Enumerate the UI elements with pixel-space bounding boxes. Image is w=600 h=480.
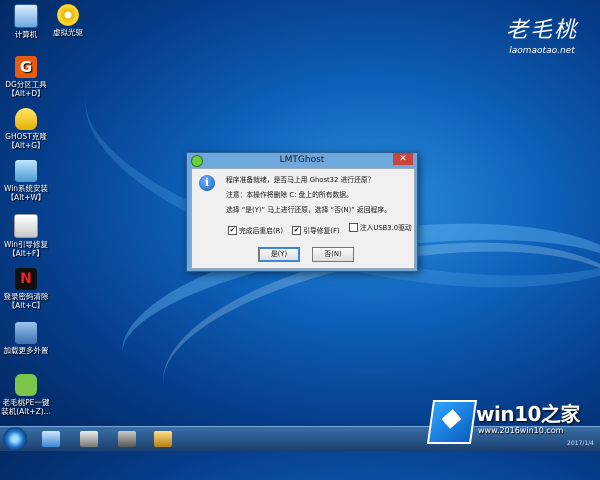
desktop-icon-pe-install[interactable]: 老毛桃PE一键 装机(Alt+Z)... — [0, 374, 54, 416]
desktop-icon-label: 加载更多外置 — [3, 346, 49, 355]
boot-repair-icon — [14, 214, 38, 238]
taskbar-app-settings-icon[interactable] — [154, 431, 172, 447]
load-more-icon — [15, 322, 37, 344]
desktop-icon-hotkey: 【Alt+C】 — [7, 301, 45, 310]
taskbar-app-drive-icon[interactable] — [118, 431, 136, 447]
desktop-icon-label: 登录密码清除 — [3, 292, 49, 301]
desktop-icon-boot-repair[interactable]: Win引导修复 【Alt+F】 — [0, 214, 54, 258]
close-button[interactable]: ✕ — [393, 153, 413, 165]
desktop-icon-dg-partition[interactable]: G DG分区工具 【Alt+D】 — [0, 56, 54, 98]
yes-button[interactable]: 是(Y) — [258, 247, 300, 262]
desktop-icon-hotkey: 【Alt+G】 — [7, 141, 45, 150]
desktop-icon-label: Win系统安装 — [3, 184, 49, 193]
pe-install-icon — [15, 374, 37, 396]
desktop-icon-hotkey: 【Alt+F】 — [8, 249, 44, 258]
desktop-icon-load-more[interactable]: 加载更多外置 — [0, 322, 54, 355]
desktop-icon-label: 老毛桃PE一键 — [2, 398, 50, 407]
brand-url: laomaotao.net — [509, 46, 575, 56]
message-line-2: 注意：本操作将删除 C: 盘上的所有数据。 — [226, 191, 353, 199]
options-row: ✔ 完成后重启(R) ✔ 引导修复(F) 注入USB3.0驱动 — [228, 222, 419, 235]
watermark: win10之家 www.2016win10.com — [426, 396, 596, 446]
desktop-icon-virtual-drive[interactable]: 虚拟光驱 — [40, 4, 96, 37]
win-setup-icon — [15, 160, 37, 182]
option-label: 引导修复(F) — [303, 227, 340, 235]
option-label: 完成后重启(R) — [239, 227, 284, 235]
dialog-titlebar[interactable]: LMTGhost ✕ — [187, 153, 417, 167]
dialog-title: LMTGhost — [279, 155, 325, 165]
desktop-icon-label: GHOST克隆 — [5, 132, 47, 141]
desktop-icon-label: Win引导修复 — [3, 240, 49, 249]
message-line-3: 选择 “是(Y)” 马上进行还原，选择 “否(N)” 返回程序。 — [226, 206, 391, 214]
checkbox-checked[interactable]: ✔ — [228, 225, 237, 235]
watermark-title: win10之家 — [476, 402, 580, 426]
disc-icon — [57, 4, 79, 26]
desktop-icon-hotkey: 【Alt+W】 — [6, 193, 46, 202]
no-button[interactable]: 否(N) — [312, 247, 354, 262]
taskbar-app-tools-icon[interactable] — [80, 431, 98, 447]
win10-logo-icon — [426, 400, 478, 444]
brand-logo: 老毛桃 laomaotao.net — [506, 12, 578, 56]
dialog-body: i 程序准备就绪，是否马上用 Ghost32 进行还原？ 注意：本操作将删除 C… — [191, 168, 415, 269]
desktop-icon-password-clear[interactable]: N 登录密码清除 【Alt+C】 — [0, 268, 54, 310]
checkbox-unchecked[interactable] — [348, 222, 358, 232]
password-clear-icon: N — [15, 268, 37, 290]
desktop-icon-ghost[interactable]: GHOST克隆 【Alt+G】 — [0, 108, 54, 150]
checkbox-checked[interactable]: ✔ — [292, 225, 302, 235]
computer-icon — [14, 4, 38, 28]
message-line-1: 程序准备就绪，是否马上用 Ghost32 进行还原？ — [226, 176, 375, 184]
desktop-icon-label: 虚拟光驱 — [53, 28, 83, 37]
desktop-icon-win-setup[interactable]: Win系统安装 【Alt+W】 — [0, 160, 54, 202]
boot-repair-checkbox[interactable]: ✔ 引导修复(F) — [292, 225, 340, 235]
brand-name: 老毛桃 — [505, 18, 578, 43]
dg-partition-icon: G — [15, 56, 37, 78]
desktop-icon-label: DG分区工具 — [5, 80, 47, 89]
watermark-url: www.2016win10.com — [478, 426, 564, 435]
app-icon — [191, 155, 203, 167]
info-icon: i — [199, 175, 215, 191]
start-button[interactable] — [3, 427, 27, 451]
lmtghost-dialog: LMTGhost ✕ i 程序准备就绪，是否马上用 Ghost32 进行还原？ … — [186, 152, 418, 272]
option-label: 注入USB3.0驱动 — [359, 224, 412, 232]
ghost-icon — [15, 108, 37, 130]
desktop-icon-hotkey: 装机(Alt+Z)... — [1, 407, 51, 416]
desktop-icon-hotkey: 【Alt+D】 — [7, 89, 45, 98]
usb3-driver-checkbox[interactable]: 注入USB3.0驱动 — [348, 222, 412, 232]
taskbar-app-computer-icon[interactable] — [42, 431, 60, 447]
restart-after-checkbox[interactable]: ✔ 完成后重启(R) — [228, 225, 283, 235]
